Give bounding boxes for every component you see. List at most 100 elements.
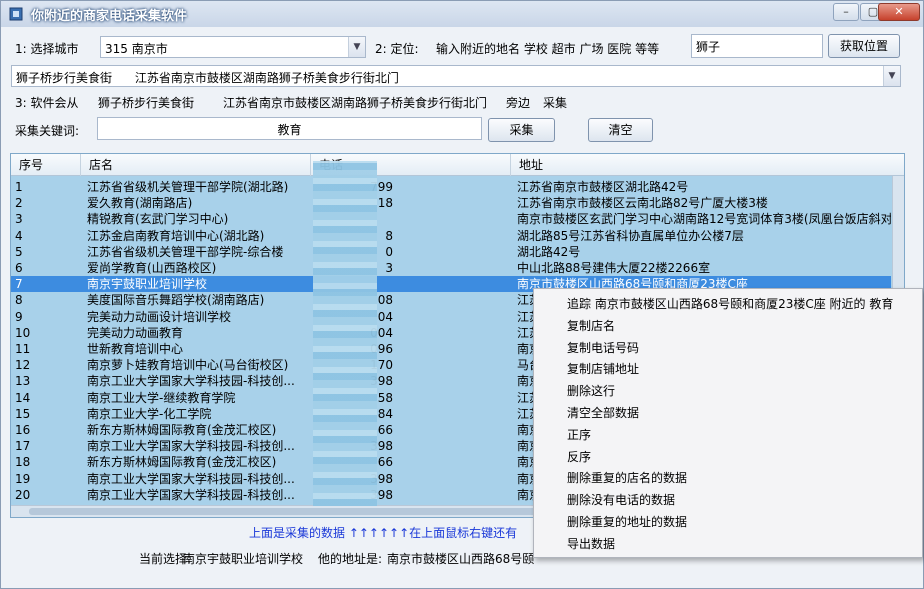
table-row[interactable]: 2 爱久教育(湖南路店) 18 江苏省南京市鼓楼区云南北路82号广厦大楼3楼: [11, 195, 891, 211]
table-row[interactable]: 4 江苏金启南教育培训中心(湖北路) 8 湖北路85号江苏省科协直属单位办公楼7层: [11, 228, 891, 244]
chevron-down-icon[interactable]: ▼: [883, 66, 900, 86]
cell-index: 19: [15, 471, 31, 486]
cell-index: 10: [15, 325, 31, 340]
cell-index: 5: [15, 244, 23, 259]
cell-name: 南京萝卜娃教育培训中心(马台街校区): [87, 358, 289, 373]
menu-item[interactable]: 导出数据: [567, 534, 615, 554]
software-prefix: 3: 软件会从: [15, 96, 79, 110]
cell-index: 11: [15, 342, 31, 356]
software-collect: 采集: [543, 96, 568, 110]
clear-button[interactable]: 清空: [588, 118, 653, 142]
cell-index: 18: [15, 455, 31, 470]
cell-index: 1: [15, 180, 23, 194]
table-hint: 上面是采集的数据 ↑↑↑↑↑↑在上面鼠标右键还有: [249, 526, 518, 540]
cell-index: 8: [15, 293, 23, 308]
cell-index: 9: [15, 309, 23, 324]
cell-name: 南京工业大学国家大学科技园-科技创...: [87, 439, 295, 454]
keyword-input[interactable]: 教育: [97, 117, 482, 140]
cell-index: 4: [15, 228, 23, 243]
collect-button[interactable]: 采集: [488, 118, 555, 142]
title-bar[interactable]: 你附近的商家电话采集软件 – ▢ ✕: [1, 1, 923, 27]
location-result-select[interactable]: 狮子桥步行美食街 江苏省南京市鼓楼区湖南路狮子桥美食步行街北门 ▼: [11, 65, 901, 87]
cell-index: 13: [15, 374, 31, 389]
cell-name: 世新教育培训中心: [87, 342, 184, 356]
location-result-value: 狮子桥步行美食街 江苏省南京市鼓楼区湖南路狮子桥美食步行街北门: [16, 71, 399, 85]
cell-name: 江苏省省级机关管理干部学院-综合楼: [87, 244, 284, 259]
get-location-button[interactable]: 获取位置: [828, 34, 900, 58]
cell-index: 20: [15, 487, 31, 502]
locate-input-value: 狮子: [696, 40, 721, 54]
cell-index: 12: [15, 358, 31, 373]
minimize-icon: –: [843, 5, 849, 18]
menu-item[interactable]: 复制店名: [567, 316, 615, 336]
locate-hint: 输入附近的地名 学校 超市 广场 医院 等等: [436, 42, 660, 56]
cell-index: 17: [15, 439, 31, 454]
cell-address: 江苏省南京市鼓楼区湖北路42号: [517, 180, 689, 194]
cell-name: 南京工业大学-化工学院: [87, 406, 212, 421]
menu-item[interactable]: 删除这行: [567, 381, 615, 401]
menu-item[interactable]: 删除没有电话的数据: [567, 490, 675, 510]
software-place: 狮子桥步行美食街: [98, 96, 195, 110]
software-side: 旁边: [506, 96, 531, 110]
table-row[interactable]: 5 江苏省省级机关管理干部学院-综合楼 0 湖北路42号: [11, 244, 891, 260]
cell-name: 新东方斯林姆国际教育(金茂汇校区): [87, 455, 277, 470]
cell-name: 南京工业大学国家大学科技园-科技创...: [87, 471, 295, 486]
main-window: 你附近的商家电话采集软件 – ▢ ✕ 1: 选择城市 315 南京市 ▼ 2: …: [0, 0, 924, 589]
menu-item[interactable]: 追踪 南京市鼓楼区山西路68号颐和商厦23楼C座 附近的 教育: [567, 294, 893, 314]
cell-address: 湖北路85号江苏省科协直属单位办公楼7层: [517, 228, 744, 243]
column-header-address[interactable]: 地址: [511, 154, 904, 176]
cell-name: 爱久教育(湖南路店): [87, 196, 193, 211]
menu-item[interactable]: 复制店铺地址: [567, 359, 639, 379]
menu-item[interactable]: 删除重复的店名的数据: [567, 468, 687, 488]
scrollbar-thumb[interactable]: [29, 508, 549, 515]
cell-name: 完美动力动画设计培训学校: [87, 309, 232, 324]
keyword-input-value: 教育: [277, 123, 302, 137]
city-label: 1: 选择城市: [15, 42, 79, 56]
column-header-index[interactable]: 序号: [11, 154, 81, 176]
cell-index: 16: [15, 423, 31, 437]
chevron-down-icon[interactable]: ▼: [348, 37, 365, 57]
cell-name: 江苏金启南教育培训中心(湖北路): [87, 228, 265, 243]
table-row[interactable]: 6 爱尚学教育(山西路校区) 3 中山北路88号建伟大厦22楼2266室: [11, 260, 891, 276]
menu-item[interactable]: 清空全部数据: [567, 403, 639, 423]
table-row[interactable]: 1 江苏省省级机关管理干部学院(湖北路) 799 江苏省南京市鼓楼区湖北路42号: [11, 179, 891, 195]
cell-name: 爱尚学教育(山西路校区): [87, 261, 217, 275]
maximize-icon: ▢: [867, 5, 879, 18]
cell-address: 江苏省南京市鼓楼区云南北路82号广厦大楼3楼: [517, 196, 768, 211]
cell-name: 美度国际音乐舞蹈学校(湖南路店): [87, 293, 265, 308]
cell-index: 7: [15, 277, 23, 292]
window-title: 你附近的商家电话采集软件: [31, 9, 188, 24]
cell-index: 14: [15, 390, 31, 405]
cell-name: 南京工业大学-继续教育学院: [87, 390, 236, 405]
cell-index: 2: [15, 196, 23, 211]
menu-item[interactable]: 反序: [567, 447, 591, 467]
status-address-label: 他的地址是:: [318, 552, 383, 566]
context-menu: 追踪 南京市鼓楼区山西路68号颐和商厦23楼C座 附近的 教育 复制店名 复制电话号…: [533, 288, 923, 558]
menu-item[interactable]: 正序: [567, 425, 591, 445]
software-address: 江苏省南京市鼓楼区湖南路狮子桥美食步行街北门: [223, 96, 488, 110]
cell-name: 完美动力动画教育: [87, 325, 184, 340]
minimize-button[interactable]: –: [833, 3, 859, 21]
table-row[interactable]: 3 精锐教育(玄武门学习中心) 南京市鼓楼区玄武门学习中心湖南路12号宽词体育3楼(…: [11, 211, 891, 227]
redacted-phone-strip: [313, 161, 377, 506]
status-address: 南京市鼓楼区山西路68号颐: [387, 552, 535, 566]
locate-input[interactable]: 狮子: [691, 34, 823, 58]
status-name: 南京宇鼓职业培训学校: [183, 552, 304, 566]
cell-name: 精锐教育(玄武门学习中心): [87, 212, 229, 227]
cell-name: 江苏省省级机关管理干部学院(湖北路): [87, 180, 289, 194]
keyword-label: 采集关键词:: [15, 124, 80, 138]
menu-item[interactable]: 复制电话号码: [567, 338, 639, 358]
cell-index: 6: [15, 261, 23, 275]
cell-name: 南京工业大学国家大学科技园-科技创...: [87, 487, 295, 502]
cell-name: 南京工业大学国家大学科技园-科技创...: [87, 374, 295, 389]
menu-item[interactable]: 删除重复的地址的数据: [567, 512, 687, 532]
cell-name: 新东方斯林姆国际教育(金茂汇校区): [87, 423, 277, 437]
close-button[interactable]: ✕: [878, 3, 920, 21]
city-select[interactable]: 315 南京市 ▼: [100, 36, 366, 58]
cell-address: 南京市鼓楼区玄武门学习中心湖南路12号宽词体育3楼(凤凰台饭店斜对: [517, 212, 891, 227]
cell-index: 15: [15, 406, 31, 421]
cell-address: 湖北路42号: [517, 244, 581, 259]
city-select-value: 315 南京市: [105, 42, 168, 56]
column-header-name[interactable]: 店名: [81, 154, 311, 176]
cell-name: 南京宇鼓职业培训学校: [87, 277, 208, 292]
